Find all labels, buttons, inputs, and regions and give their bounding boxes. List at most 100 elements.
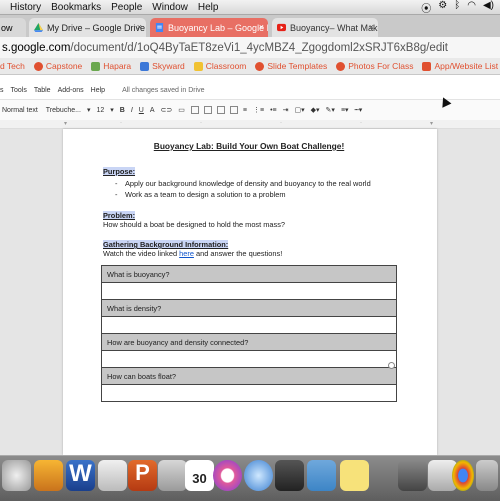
bookmark-classroom[interactable]: Classroom	[193, 61, 247, 71]
bookmark-slide-templates[interactable]: Slide Templates	[255, 61, 327, 71]
menu-add-ons[interactable]: Add-ons	[58, 87, 84, 94]
record-icon[interactable]: ⦿	[421, 0, 431, 15]
background-text-start: Watch the video linked	[103, 249, 180, 258]
font-size-select[interactable]: 12	[96, 107, 104, 114]
drive-icon	[34, 23, 43, 32]
comment-icon[interactable]: ▭	[178, 106, 185, 114]
close-icon[interactable]: ×	[137, 22, 142, 32]
app-icon[interactable]	[2, 460, 31, 491]
purpose-heading: Purpose:	[103, 167, 136, 176]
menu-insert-partial[interactable]: s	[0, 87, 4, 94]
border-color-icon[interactable]: ✎▾	[326, 106, 335, 114]
app-icon[interactable]	[398, 460, 427, 491]
align-right-icon[interactable]	[216, 106, 225, 114]
fill-color-icon[interactable]: ◆▾	[311, 106, 320, 114]
bluetooth-icon[interactable]: ᛒ	[454, 0, 460, 15]
answer-cell[interactable]	[102, 351, 396, 368]
close-icon[interactable]: ×	[369, 22, 374, 32]
menu-help[interactable]: Help	[91, 87, 105, 94]
question-cell[interactable]: How can boats float?	[102, 368, 396, 385]
video-link[interactable]: here	[179, 249, 194, 258]
list-item: Apply our background knowledge of densit…	[115, 179, 395, 188]
tab-label: Buoyancy Lab – Google Do	[168, 22, 268, 33]
app-icon[interactable]	[476, 460, 498, 491]
text-color-icon[interactable]: A	[150, 107, 155, 114]
bookmark-capstone[interactable]: Capstone	[33, 61, 83, 71]
bookmark-tech[interactable]: d Tech	[0, 61, 25, 71]
volume-icon[interactable]: ◀)	[483, 0, 494, 15]
menu-table[interactable]: Table	[34, 87, 51, 94]
powerpoint-icon[interactable]: P	[128, 460, 157, 491]
border-dash-icon[interactable]: ┅▾	[355, 106, 363, 114]
tab-label: My Drive – Google Drive	[47, 22, 146, 33]
menu-tools[interactable]: Tools	[11, 87, 27, 94]
indent-icon[interactable]: ⇥	[283, 106, 289, 114]
settings-icon[interactable]: ⚙	[438, 0, 447, 15]
row-handle-icon[interactable]	[388, 362, 395, 369]
app-icon[interactable]	[158, 460, 187, 491]
bookmark-skyward[interactable]: Skyward	[140, 61, 185, 71]
link-icon[interactable]: ⊂⊃	[161, 106, 173, 114]
close-icon[interactable]: ×	[259, 22, 264, 32]
answer-cell[interactable]	[102, 283, 396, 300]
bookmark-label: d Tech	[0, 61, 25, 71]
format-toolbar: Normal text Trebuche... ▾ 12 ▾ B I U A ⊂…	[0, 99, 500, 121]
url-text[interactable]: s.google.com/document/d/1oQ4ByTaET8zeVi1…	[2, 42, 448, 54]
document-body[interactable]: Buoyancy Lab: Build Your Own Boat Challe…	[103, 139, 395, 258]
align-left-icon[interactable]	[190, 106, 199, 114]
bookmark-label: Skyward	[152, 61, 185, 71]
numbered-list-icon[interactable]: ⋮≡	[253, 106, 264, 114]
tab-buoyancy-video[interactable]: Buoyancy– What Makes So ×	[272, 18, 378, 37]
tab-my-drive[interactable]: My Drive – Google Drive ×	[29, 18, 146, 37]
chrome-icon[interactable]	[452, 460, 474, 491]
questions-table[interactable]: What is buoyancy? What is density? How a…	[101, 265, 397, 402]
bookmark-photos[interactable]: Photos For Class	[336, 61, 413, 71]
wifi-icon[interactable]: ◠	[467, 0, 476, 15]
table-border-icon[interactable]: ▢▾	[295, 106, 305, 114]
word-icon[interactable]: W	[66, 460, 95, 491]
menu-help[interactable]: Help	[198, 2, 219, 13]
underline-button[interactable]: U	[139, 107, 144, 114]
bold-button[interactable]: B	[120, 107, 125, 114]
document-page[interactable]: Buoyancy Lab: Build Your Own Boat Challe…	[63, 129, 437, 455]
font-select[interactable]: Trebuche...	[46, 107, 81, 114]
dropdown-icon[interactable]: ▾	[87, 106, 91, 114]
answer-cell[interactable]	[102, 317, 396, 334]
bookmark-app-list[interactable]: App/Website List	[422, 61, 498, 71]
bulleted-list-icon[interactable]: •≡	[270, 107, 277, 114]
question-cell[interactable]: What is density?	[102, 300, 396, 317]
address-bar[interactable]: s.google.com/document/d/1oQ4ByTaET8zeVi1…	[0, 37, 500, 59]
answer-cell[interactable]	[102, 385, 396, 401]
tab-buoyancy-lab[interactable]: Buoyancy Lab – Google Do ×	[150, 18, 268, 37]
stickies-icon[interactable]	[340, 460, 369, 491]
app-icon[interactable]	[307, 460, 336, 491]
menu-bookmarks[interactable]: Bookmarks	[51, 2, 101, 13]
align-justify-icon[interactable]	[229, 106, 238, 114]
tab-previous[interactable]: ow	[0, 18, 26, 37]
italic-button[interactable]: I	[131, 107, 133, 114]
itunes-icon[interactable]	[213, 460, 242, 491]
question-cell[interactable]: What is buoyancy?	[102, 266, 396, 283]
problem-text: How should a boat be designed to hold th…	[103, 220, 286, 229]
ruler[interactable]: ▾ · · · · ▾	[0, 120, 500, 129]
gear-icon	[336, 61, 346, 71]
dock: W P 30	[0, 455, 500, 501]
app-icon[interactable]	[275, 460, 304, 491]
quicktime-icon[interactable]	[244, 460, 273, 491]
question-cell[interactable]: How are buoyancy and density connected?	[102, 334, 396, 351]
border-width-icon[interactable]: ≡▾	[341, 106, 349, 114]
calendar-icon[interactable]: 30	[185, 460, 214, 491]
bookmark-hapara[interactable]: Hapara	[91, 61, 131, 71]
line-spacing-icon[interactable]: ≡	[243, 107, 247, 114]
menu-history[interactable]: History	[10, 2, 41, 13]
style-select[interactable]: Normal text	[2, 107, 38, 114]
bookmark-label: Classroom	[205, 61, 247, 71]
app-icon[interactable]	[98, 460, 127, 491]
bookmark-label: Capstone	[45, 61, 83, 71]
dropdown-icon[interactable]: ▾	[110, 106, 114, 114]
menu-people[interactable]: People	[111, 2, 142, 13]
align-center-icon[interactable]	[203, 106, 212, 114]
menu-window[interactable]: Window	[152, 2, 188, 13]
problem-heading: Problem:	[103, 211, 136, 220]
app-icon[interactable]	[34, 460, 63, 491]
